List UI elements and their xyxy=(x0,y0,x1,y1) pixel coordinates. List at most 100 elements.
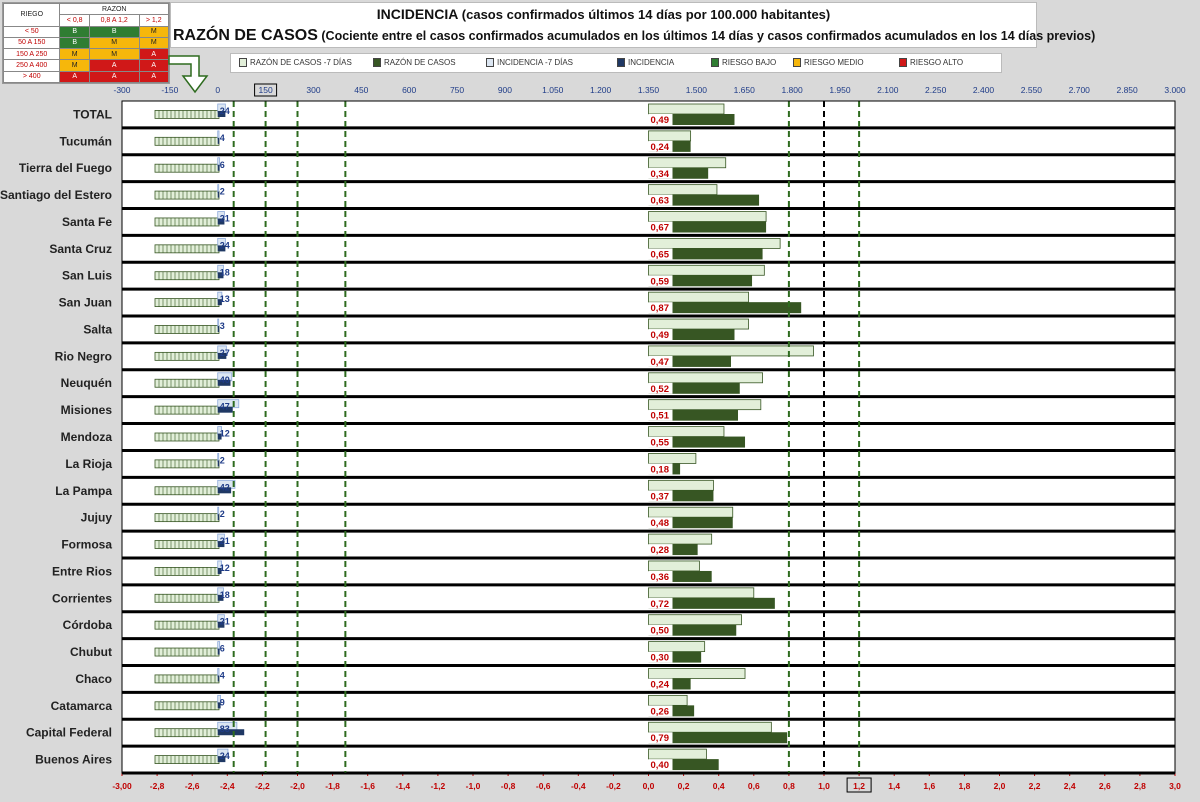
razon-7d-bar xyxy=(648,479,714,491)
bottom-axis-tick: 3,0 xyxy=(1169,781,1181,791)
top-axis-tick: 2.100 xyxy=(877,85,899,95)
razon-value-label: 0,40 xyxy=(651,760,670,771)
legend-item: RAZÓN DE CASOS -7 DÍAS xyxy=(239,58,352,67)
risk-matrix-table: RIEGO RAZON < 0,8 0,8 A 1,2 > 1,2 < 50 B B… xyxy=(2,2,170,84)
pointer-arrow-icon xyxy=(168,55,209,94)
category-label: Chaco xyxy=(75,672,112,686)
razon-7d-bar xyxy=(648,426,725,437)
risk-cell: A xyxy=(59,70,90,84)
incidencia-value-label: 12 xyxy=(220,429,230,439)
category-label: Santa Cruz xyxy=(49,242,112,256)
category-label: San Luis xyxy=(62,269,112,283)
bottom-axis-tick: 2,2 xyxy=(1029,781,1041,791)
incidencia-value-label: 2 xyxy=(220,187,225,197)
category-label: Corrientes xyxy=(52,591,112,605)
risk-row-range: 50 A 150 xyxy=(2,36,61,50)
risk-cell: M xyxy=(138,25,170,38)
top-axis-tick: 2.850 xyxy=(1116,85,1138,95)
top-axis-tick: 600 xyxy=(402,85,416,95)
legend-swatch xyxy=(711,58,719,67)
razon-col-2: 0,8 A 1,2 xyxy=(88,14,140,27)
category-label: San Juan xyxy=(59,296,112,310)
razon-value-label: 0,52 xyxy=(651,384,670,395)
bottom-axis-tick: -1,6 xyxy=(360,781,375,791)
legend-item: INCIDENCIA -7 DÍAS xyxy=(486,58,573,67)
incidencia-7d-bar xyxy=(217,453,220,462)
category-label: TOTAL xyxy=(73,107,112,121)
incidencia-value-label: 24 xyxy=(220,751,230,761)
razon-7d-bar xyxy=(648,560,700,572)
category-label: La Rioja xyxy=(65,457,112,471)
razon-value-label: 0,26 xyxy=(651,706,670,717)
razon-value-label: 0,49 xyxy=(651,115,670,126)
razon-7d-bar xyxy=(648,641,706,652)
razon-value-label: 0,36 xyxy=(651,572,670,583)
category-label: Santiago del Estero xyxy=(0,188,112,202)
incidencia-7d-bar xyxy=(217,184,220,194)
razon-col-3: > 1,2 xyxy=(138,14,170,27)
category-label: Córdoba xyxy=(63,618,113,632)
risk-cell: A xyxy=(88,70,140,84)
top-axis-tick: 150 xyxy=(258,85,272,95)
bottom-axis-tick: 0,6 xyxy=(748,781,760,791)
risk-cell: B xyxy=(59,36,90,50)
category-label: Neuquén xyxy=(61,376,112,390)
razon-value-label: 0,47 xyxy=(651,357,670,368)
top-axis-tick: -300 xyxy=(113,85,130,95)
category-label: Formosa xyxy=(61,538,112,552)
risk-cell: M xyxy=(88,36,140,50)
risk-cell: M xyxy=(59,48,90,61)
razon-7d-bar xyxy=(648,721,772,733)
risk-cell: B xyxy=(88,25,140,38)
top-axis-tick: 1.050 xyxy=(542,85,564,95)
legend-item: INCIDENCIA xyxy=(617,58,674,67)
incidencia-7d-bar xyxy=(217,318,220,328)
incidencia-value-label: 27 xyxy=(220,348,230,358)
bottom-axis-tick: 1,4 xyxy=(888,781,900,791)
razon-7d-bar xyxy=(648,291,749,303)
top-axis-tick: 900 xyxy=(498,85,512,95)
razon-value-label: 0,59 xyxy=(651,276,670,287)
incidencia-value-label: 47 xyxy=(220,402,230,412)
bottom-axis-tick: -1,4 xyxy=(395,781,410,791)
incidencia-value-label: 2 xyxy=(220,509,225,519)
incidencia-value-label: 21 xyxy=(220,617,230,627)
razon-col-1: < 0,8 xyxy=(59,14,90,27)
category-label: Chubut xyxy=(70,645,112,659)
risk-row-range: > 400 xyxy=(2,70,61,84)
razon-7d-bar xyxy=(648,157,727,169)
razon-7d-bar xyxy=(648,237,781,249)
legend-label: INCIDENCIA xyxy=(628,58,675,67)
razon-value-label: 0,51 xyxy=(651,411,670,422)
legend-item: RIESGO BAJO xyxy=(711,58,776,67)
incidencia-value-label: 13 xyxy=(220,294,230,304)
chart-legend: RAZÓN DE CASOS -7 DÍAS RAZÓN DE CASOS INCI… xyxy=(230,53,1002,73)
razon-7d-bar xyxy=(648,668,746,679)
bottom-axis-tick: -1,2 xyxy=(431,781,446,791)
title-razon-main: RAZÓN DE CASOS xyxy=(173,27,318,44)
razon-value-label: 0,18 xyxy=(651,464,670,475)
razon-value-label: 0,24 xyxy=(651,679,670,690)
incidencia-value-label: 3 xyxy=(220,321,225,331)
razon-7d-bar xyxy=(648,318,749,330)
top-axis-tick: 1.350 xyxy=(638,85,660,95)
bottom-axis-tick: 1,2 xyxy=(853,781,865,791)
razon-7d-bar xyxy=(648,130,692,142)
bottom-axis-tick: 1,8 xyxy=(958,781,970,791)
risk-row-range: < 50 xyxy=(2,25,61,38)
top-axis-tick: 3.000 xyxy=(1164,85,1186,95)
incidencia-value-label: 21 xyxy=(220,536,230,546)
bottom-axis-tick: 0,2 xyxy=(678,781,690,791)
top-axis-tick: 2.700 xyxy=(1069,85,1091,95)
title-panel: INCIDENCIA (casos confirmados últimos 14… xyxy=(170,2,1095,48)
title-incidencia: INCIDENCIA (casos confirmados últimos 14… xyxy=(171,6,1036,22)
risk-cell: M xyxy=(59,59,90,72)
top-axis-tick: 2.400 xyxy=(973,85,995,95)
category-label: Mendoza xyxy=(61,430,113,444)
razon-value-label: 0,49 xyxy=(651,330,670,341)
incidencia-value-label: 24 xyxy=(220,106,230,116)
bottom-axis-tick: 0,8 xyxy=(783,781,795,791)
razon-7d-bar xyxy=(648,399,762,411)
razon-7d-bar xyxy=(648,506,734,518)
top-axis-tick: 750 xyxy=(450,85,464,95)
